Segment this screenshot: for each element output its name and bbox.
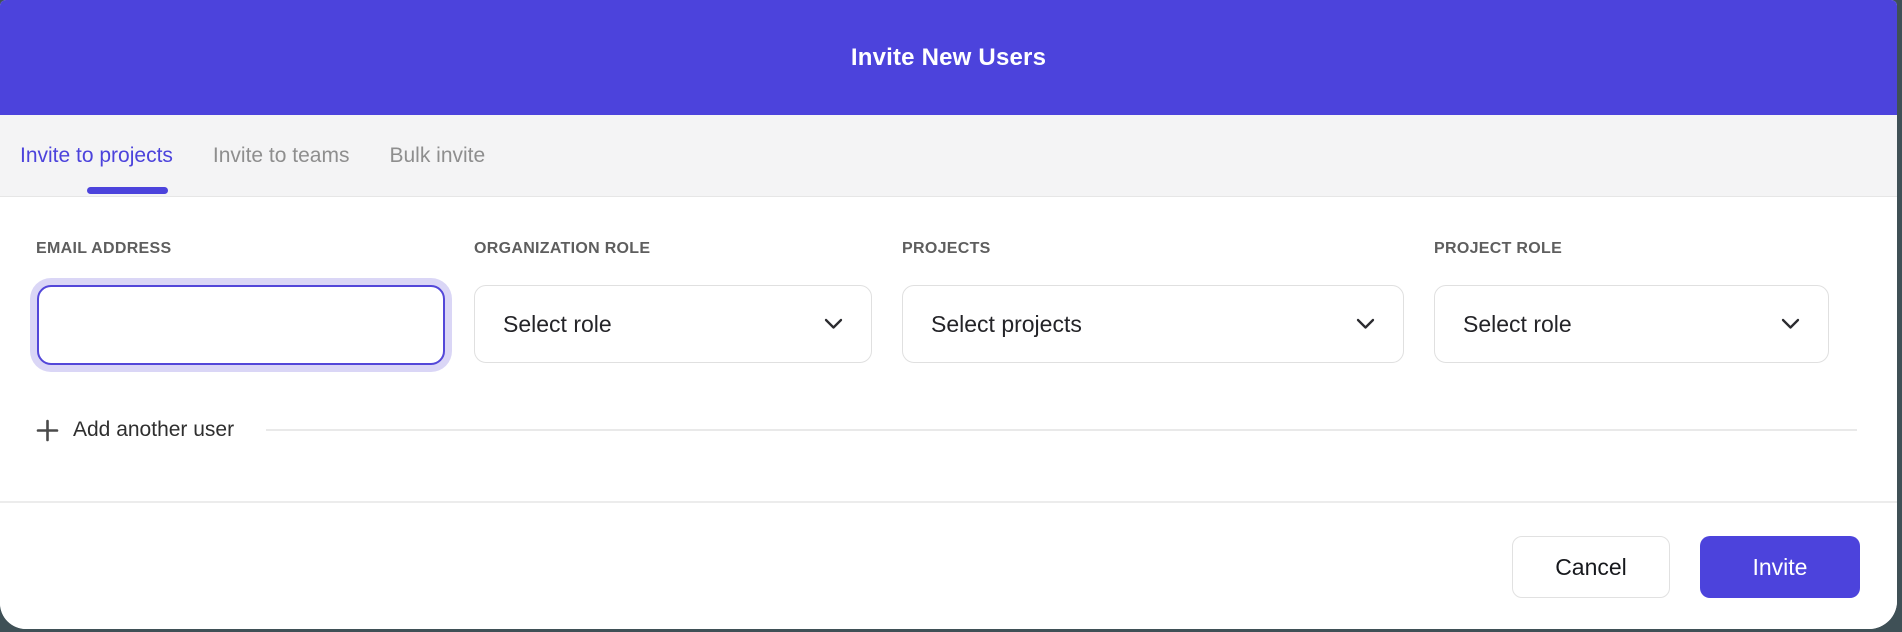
dialog-footer: Cancel Invite bbox=[0, 501, 1897, 629]
chevron-down-icon bbox=[1781, 318, 1800, 330]
project-role-label: PROJECT ROLE bbox=[1434, 240, 1829, 258]
organization-role-value: Select role bbox=[503, 311, 612, 338]
project-role-select[interactable]: Select role bbox=[1434, 285, 1829, 363]
chevron-down-icon bbox=[824, 318, 843, 330]
tab-invite-to-teams[interactable]: Invite to teams bbox=[213, 144, 350, 168]
add-another-user-label: Add another user bbox=[73, 418, 234, 442]
organization-role-label: ORGANIZATION ROLE bbox=[474, 240, 872, 258]
tab-invite-to-projects[interactable]: Invite to projects bbox=[20, 144, 173, 168]
dialog-header: Invite New Users bbox=[0, 0, 1897, 115]
row-divider bbox=[266, 429, 1857, 431]
email-address-label: EMAIL ADDRESS bbox=[36, 240, 444, 258]
tab-bulk-invite[interactable]: Bulk invite bbox=[389, 144, 485, 168]
projects-select[interactable]: Select projects bbox=[902, 285, 1404, 363]
chevron-down-icon bbox=[1356, 318, 1375, 330]
projects-value: Select projects bbox=[931, 311, 1082, 338]
project-role-field-group: PROJECT ROLE Select role bbox=[1434, 240, 1829, 363]
project-role-value: Select role bbox=[1463, 311, 1572, 338]
email-input[interactable] bbox=[37, 285, 445, 365]
invite-new-users-dialog: Invite New Users Invite to projects Invi… bbox=[0, 0, 1897, 629]
organization-role-select[interactable]: Select role bbox=[474, 285, 872, 363]
invite-button[interactable]: Invite bbox=[1700, 536, 1860, 598]
tab-bar: Invite to projects Invite to teams Bulk … bbox=[0, 115, 1897, 197]
cancel-button[interactable]: Cancel bbox=[1512, 536, 1670, 598]
organization-role-field-group: ORGANIZATION ROLE Select role bbox=[474, 240, 872, 363]
invite-form: EMAIL ADDRESS ORGANIZATION ROLE Select r… bbox=[0, 197, 1897, 442]
projects-field-group: PROJECTS Select projects bbox=[902, 240, 1404, 363]
add-user-row: Add another user bbox=[36, 418, 1897, 442]
dialog-title: Invite New Users bbox=[851, 44, 1046, 72]
user-fields-row: EMAIL ADDRESS ORGANIZATION ROLE Select r… bbox=[36, 240, 1897, 365]
add-another-user-button[interactable]: Add another user bbox=[36, 418, 234, 442]
email-field-group: EMAIL ADDRESS bbox=[36, 240, 444, 365]
projects-label: PROJECTS bbox=[902, 240, 1404, 258]
plus-icon bbox=[36, 419, 59, 442]
active-tab-indicator bbox=[87, 187, 168, 194]
